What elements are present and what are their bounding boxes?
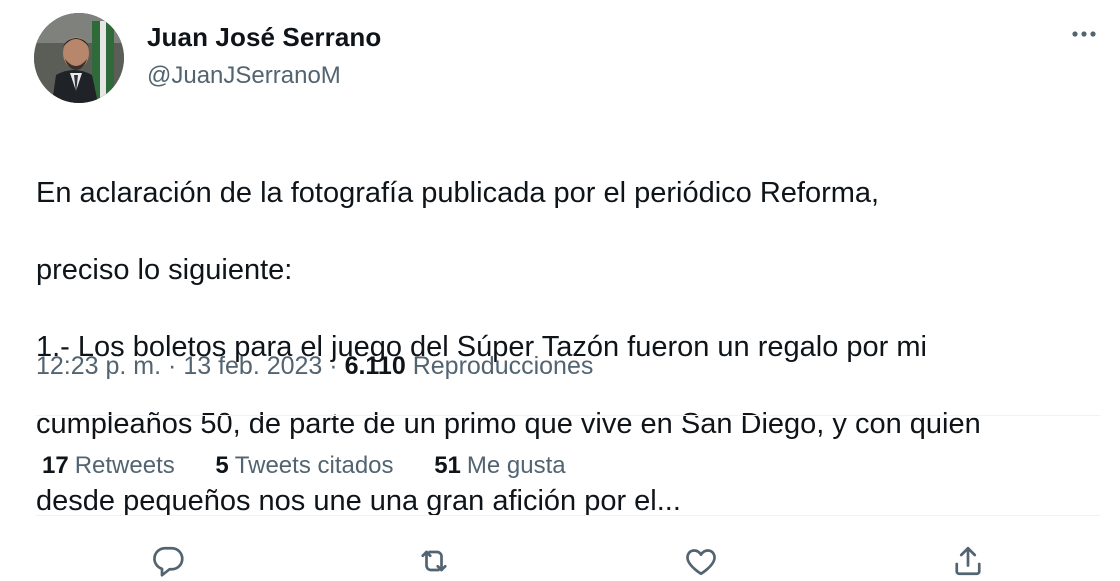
- tweet-time[interactable]: 12:23 p. m.: [36, 352, 161, 380]
- author-display-name[interactable]: Juan José Serrano: [147, 22, 381, 53]
- more-options-icon[interactable]: [1066, 22, 1102, 46]
- divider: [36, 415, 1100, 416]
- retweet-icon[interactable]: [416, 543, 452, 579]
- share-icon[interactable]: [950, 543, 986, 579]
- views-label: Reproducciones: [412, 352, 594, 380]
- avatar[interactable]: [34, 13, 124, 103]
- retweets-count: 17: [42, 452, 69, 479]
- tweet-stats: 17 Retweets 5 Tweets citados 51 Me gusta: [42, 452, 600, 480]
- quote-tweets-count: 5: [215, 452, 229, 479]
- quote-tweets-label: Tweets citados: [234, 452, 394, 479]
- retweets-stat[interactable]: 17 Retweets: [42, 452, 175, 480]
- tweet-text-line: cumpleaños 50, de parte de un primo que …: [36, 407, 981, 440]
- likes-label: Me gusta: [466, 452, 566, 479]
- likes-stat[interactable]: 51 Me gusta: [434, 452, 565, 480]
- likes-count: 51: [434, 452, 461, 479]
- tweet-metadata: 12:23 p. m. · 13 feb. 2023 · 6.110 Repro…: [36, 352, 593, 381]
- divider: [36, 515, 1100, 516]
- retweets-label: Retweets: [74, 452, 175, 479]
- reply-icon[interactable]: [150, 543, 186, 579]
- tweet-card: Juan José Serrano @JuanJSerranoM En acla…: [0, 0, 1120, 581]
- meta-separator: ·: [329, 352, 338, 380]
- views-count: 6.110: [344, 352, 406, 380]
- tweet-date[interactable]: 13 feb. 2023: [183, 352, 322, 380]
- author-handle[interactable]: @JuanJSerranoM: [147, 62, 341, 90]
- like-icon[interactable]: [683, 543, 719, 579]
- tweet-text: En aclaración de la fotografía publicada…: [36, 136, 1106, 558]
- quote-tweets-stat[interactable]: 5 Tweets citados: [215, 452, 393, 480]
- meta-separator: ·: [168, 352, 177, 380]
- avatar-image: [34, 13, 124, 103]
- tweet-text-line: preciso lo siguiente:: [36, 254, 293, 287]
- tweet-text-line: En aclaración de la fotografía publicada…: [36, 177, 880, 210]
